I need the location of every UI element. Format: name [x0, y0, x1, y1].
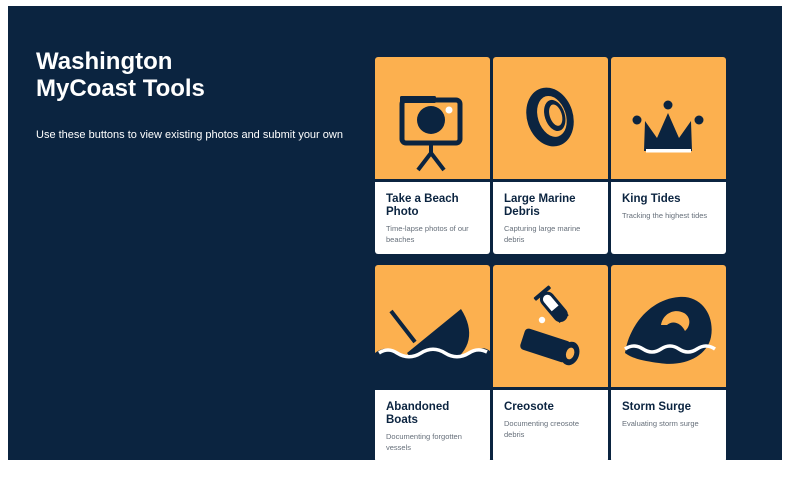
tool-card-large-marine-debris[interactable]: Large Marine Debris Capturing large mari… — [493, 57, 608, 254]
card-art — [375, 265, 490, 387]
card-info: Storm Surge Evaluating storm surge — [611, 390, 726, 460]
card-art — [493, 57, 608, 179]
camera-icon — [399, 96, 463, 172]
card-art — [493, 265, 608, 387]
card-title: Abandoned Boats — [386, 401, 450, 426]
card-info: Creosote Documenting creosote debris — [493, 390, 608, 460]
card-description: Documenting creosote debris — [504, 419, 580, 439]
page-background: Washington MyCoast Tools Use these butto… — [8, 6, 782, 460]
card-art — [611, 265, 726, 387]
page-subtitle: Use these buttons to view existing photo… — [36, 129, 343, 141]
tool-card-take-a-beach-photo[interactable]: Take a Beach Photo Time-lapse photos of … — [375, 57, 490, 254]
card-description: Documenting forgotten vessels — [386, 432, 462, 452]
tool-card-storm-surge[interactable]: Storm Surge Evaluating storm surge — [611, 265, 726, 460]
tool-card-creosote[interactable]: Creosote Documenting creosote debris — [493, 265, 608, 460]
crown-icon — [632, 100, 704, 153]
card-title: Take a Beach Photo — [386, 193, 459, 218]
tool-card-king-tides[interactable]: King Tides Tracking the highest tides — [611, 57, 726, 254]
tool-card-abandoned-boats[interactable]: Abandoned Boats Documenting forgotten ve… — [375, 265, 490, 460]
card-title: King Tides — [622, 193, 681, 205]
card-title: Creosote — [504, 401, 554, 413]
card-info: Take a Beach Photo Time-lapse photos of … — [375, 182, 490, 254]
card-description: Evaluating storm surge — [622, 419, 699, 428]
card-description: Tracking the highest tides — [622, 211, 708, 220]
card-title: Storm Surge — [622, 401, 692, 413]
page-title-line-2: MyCoast Tools — [36, 75, 205, 102]
page-title-line-1: Washington — [36, 48, 173, 75]
tire-icon — [526, 87, 574, 147]
card-info: King Tides Tracking the highest tides — [611, 182, 726, 254]
card-info: Abandoned Boats Documenting forgotten ve… — [375, 390, 490, 460]
card-description: Time-lapse photos of our beaches — [386, 224, 469, 244]
sinking-boat-icon — [375, 309, 490, 387]
card-title: Large Marine Debris — [504, 193, 576, 218]
wave-icon — [624, 296, 716, 364]
card-info: Large Marine Debris Capturing large mari… — [493, 182, 608, 254]
page-title: Washington MyCoast Tools — [36, 48, 336, 102]
card-description: Capturing large marine debris — [504, 224, 581, 244]
card-art — [611, 57, 726, 179]
creosote-log-icon — [520, 285, 580, 366]
card-art — [375, 57, 490, 179]
